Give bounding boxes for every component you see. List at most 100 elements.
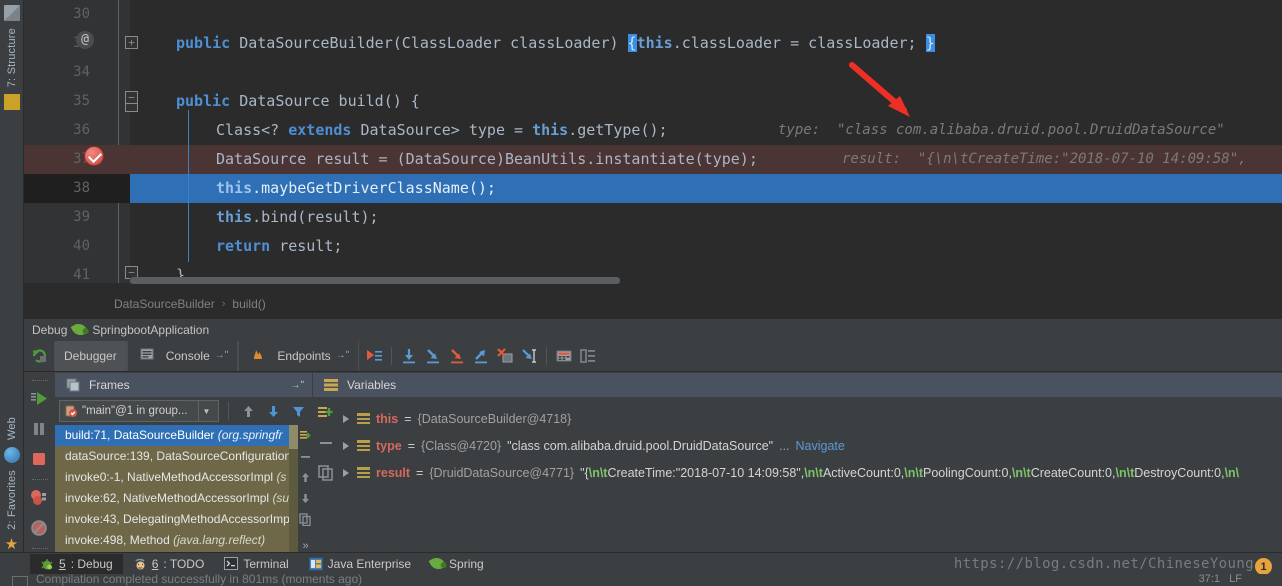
tab-console[interactable]: Console →ʺ [126,340,239,371]
variable-row-result[interactable]: result = {DruidDataSource@4771} "{\n\tCr… [339,459,1282,486]
frames-panel-header: Frames →ʺ [55,373,313,397]
type-decl: DataSource> type = [351,121,533,139]
frame-row[interactable]: invoke0:-1, NativeMethodAccessorImpl (s [55,467,298,488]
frame-row[interactable]: build:71, DataSourceBuilder (org.springf… [55,425,298,446]
sidebar-item-web[interactable]: Web [6,413,18,444]
drop-frame-icon[interactable] [496,347,514,365]
debug-window-title: Debug [32,322,68,337]
matching-brace-open: { [627,34,637,52]
copy-value-icon[interactable] [317,464,335,482]
frames-vertical-scrollbar[interactable] [289,425,298,555]
frame-row[interactable]: invoke:62, NativeMethodAccessorImpl (su [55,488,298,509]
rail-divider [31,380,48,381]
status-tab-terminal-label: Terminal [243,556,289,571]
move-down-icon[interactable] [266,404,281,419]
step-out-icon[interactable] [472,347,490,365]
frames-list[interactable]: build:71, DataSourceBuilder (org.springf… [55,425,298,555]
copy-icon[interactable] [299,513,312,527]
expand-triangle-icon[interactable] [343,414,349,423]
editor-horizontal-scrollbar[interactable] [130,277,1280,284]
frame-row[interactable]: invoke:43, DelegatingMethodAccessorImp [55,509,298,530]
frames-toolbar-separator [228,402,229,420]
layout-settings-icon[interactable] [579,347,597,365]
annotation-marker-icon[interactable]: @ [76,31,94,49]
variables-list[interactable]: this = {DataSourceBuilder@4718} type = {… [339,405,1282,486]
evaluate-expression-icon[interactable] [555,347,573,365]
breakpoint-icon[interactable] [84,146,104,166]
step-into-icon[interactable] [424,347,442,365]
step-over-icon[interactable] [400,347,418,365]
variable-row-type[interactable]: type = {Class@4720} "class com.alibaba.d… [339,432,1282,459]
chevron-down-icon[interactable]: ▼ [198,401,214,421]
stop-icon[interactable] [29,449,51,471]
code-editor[interactable]: 30 31 34 35 36 37 38 39 40 41 @ + − − pu… [24,0,1282,290]
tab-endpoints-pin[interactable]: →ʺ [336,350,350,361]
idea-debugger-window: 7: Structure Web 2: Favorites ★ 30 31 34… [0,0,1282,586]
rerun-icon[interactable] [24,341,54,371]
force-step-into-icon[interactable] [448,347,466,365]
status-tab-todo-label: : TODO [163,556,205,571]
thread-combo[interactable]: "main"@1 in group... ▼ [59,400,219,422]
tab-console-pin[interactable]: →ʺ [215,350,229,361]
filter-icon[interactable] [291,404,306,419]
line-number: 34 [73,64,90,80]
tab-endpoints[interactable]: Endpoints →ʺ [238,340,360,371]
remove-icon[interactable] [299,450,312,463]
variable-equals: = [416,465,424,480]
move-up-icon[interactable] [241,404,256,419]
frame-row[interactable]: dataSource:139, DataSourceConfiguration [55,446,298,467]
value-fragment: DestroyCount:0, [1134,465,1225,480]
view-breakpoints-icon[interactable] [29,488,51,510]
status-tab-terminal[interactable]: Terminal [214,554,298,574]
mute-breakpoints-icon[interactable] [29,518,51,540]
variable-value: "{\n\tCreateTime:"2018-07-10 14:09:58",\… [580,466,1239,480]
show-execution-point-icon[interactable] [365,347,383,365]
status-tab-java-enterprise[interactable]: Java Enterprise [299,554,421,574]
frame-package: (su [272,491,290,505]
tab-debugger[interactable]: Debugger [54,340,127,371]
console-icon [140,347,158,365]
expand-triangle-icon[interactable] [343,441,349,450]
caret-position[interactable]: 37:1 LF [1199,574,1242,585]
gettype-call: .getType(); [568,121,668,139]
code-line-31: public DataSourceBuilder(ClassLoader cla… [176,29,935,58]
pause-program-icon[interactable] [29,419,51,441]
value-fragment: CreateTime:"2018-07-10 14:09:58", [607,465,805,480]
navigate-link[interactable]: Navigate [796,439,845,453]
warning-count-badge[interactable]: 1 [1255,558,1272,575]
up-icon[interactable] [299,471,312,484]
frames-settings-icon[interactable]: →ʺ [290,380,304,391]
keyword-this: this [636,34,673,52]
run-to-cursor-icon[interactable] [520,347,538,365]
new-watch-icon[interactable] [317,404,335,422]
down-icon[interactable] [299,492,312,505]
expand-triangle-icon[interactable] [343,468,349,477]
breadcrumb-item-class[interactable]: DataSourceBuilder [114,297,215,311]
status-tab-todo[interactable]: 6: TODO [123,554,215,574]
status-tab-debug[interactable]: 5: Debug [30,553,123,574]
keyword-return: return [216,237,271,255]
resume-program-icon[interactable] [29,389,51,411]
sidebar-item-structure[interactable]: 7: Structure [6,24,18,91]
scrollbar-thumb[interactable] [130,277,620,284]
value-fragment: PoolingCount:0, [923,465,1012,480]
sidebar-item-favorites[interactable]: 2: Favorites [6,466,18,534]
debug-toolbar: Debugger Console →ʺ Endpoints →ʺ [24,340,1282,372]
customize-icon[interactable] [299,429,312,442]
breadcrumb-item-method[interactable]: build() [232,297,265,311]
escape-sequence: \n\t [1011,465,1031,480]
run-configuration-name[interactable]: SpringbootApplication [92,323,209,337]
code-text-area[interactable]: public DataSourceBuilder(ClassLoader cla… [130,0,1282,284]
status-tab-spring[interactable]: Spring [421,554,494,574]
variable-row-this[interactable]: this = {DataSourceBuilder@4718} [339,405,1282,432]
scrollbar-thumb[interactable] [289,425,298,449]
frames-side-rail: » [298,425,313,555]
variables-panel: this = {DataSourceBuilder@4718} type = {… [313,397,1282,555]
code-line-38: this.maybeGetDriverClassName(); [216,174,496,203]
frame-method: invoke:43, DelegatingMethodAccessorImp [65,512,290,526]
remove-watch-icon[interactable] [317,434,335,452]
frame-row[interactable]: invoke:498, Method (java.lang.reflect) [55,530,298,551]
keyword-this: this [216,208,253,226]
frame-method: invoke:498, Method [65,533,174,547]
status-tab-debug-num: 5 [59,556,66,571]
